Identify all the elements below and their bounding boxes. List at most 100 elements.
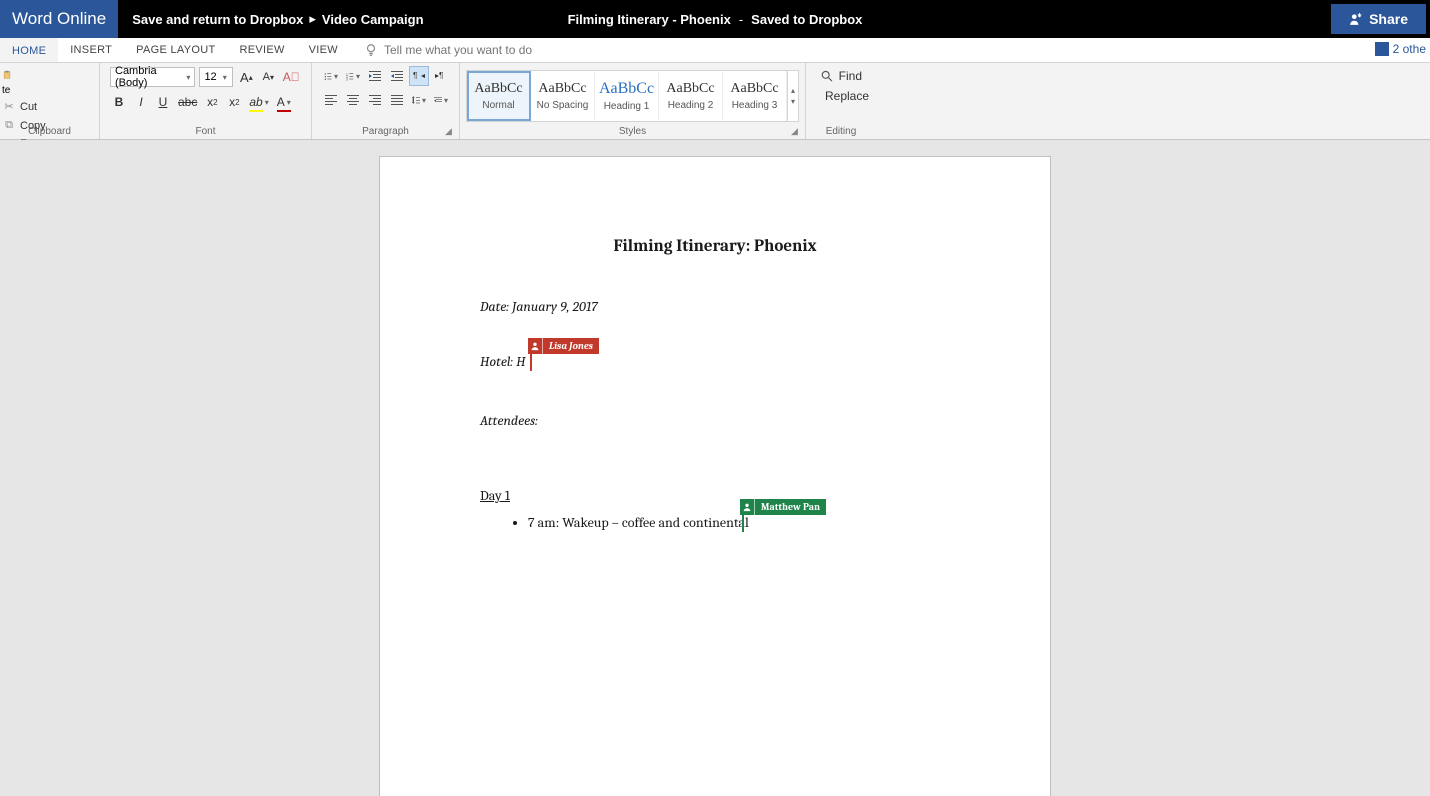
breadcrumb-separator: ▸ — [309, 11, 316, 27]
styles-group-label: Styles — [460, 126, 805, 137]
tab-home[interactable]: HOME — [0, 38, 58, 62]
presence-tag-matthew: Matthew Pan — [740, 499, 826, 515]
numbering-button[interactable]: 123 — [344, 67, 362, 85]
find-button[interactable]: Find — [816, 69, 866, 83]
paste-label: te — [2, 85, 10, 96]
font-color-button[interactable]: A — [275, 93, 293, 111]
font-row-2: B I U abc x2 x2 ab A — [110, 93, 301, 111]
justify-icon — [391, 94, 403, 106]
tab-review[interactable]: REVIEW — [227, 38, 296, 62]
align-right-button[interactable] — [366, 91, 384, 109]
breadcrumb-folder[interactable]: Video Campaign — [322, 12, 424, 27]
dash-separator: - — [739, 12, 743, 27]
day1-heading[interactable]: Day 1 — [480, 487, 950, 504]
style-card-heading-1[interactable]: AaBbCcHeading 1 — [595, 71, 659, 121]
styles-dialog-launcher[interactable]: ◢ — [791, 126, 801, 136]
day1-item-1-text: 7 am: Wakeup – coffee and continental — [528, 514, 749, 531]
ltr-text-direction-button[interactable]: ¶ — [410, 67, 428, 85]
svg-text:3: 3 — [346, 78, 348, 82]
clipboard-group-label: Clipboard — [0, 126, 99, 137]
day1-item-1[interactable]: 7 am: Wakeup – coffee and continental Ma… — [528, 514, 950, 531]
paragraph-row-2 — [322, 91, 449, 109]
paste-button-partial[interactable]: te — [0, 67, 93, 96]
doc-date-line[interactable]: Date: January 9, 2017 — [480, 298, 950, 315]
style-preview: AaBbCc — [538, 81, 586, 97]
style-card-heading-3[interactable]: AaBbCcHeading 3 — [723, 71, 787, 121]
style-card-heading-2[interactable]: AaBbCcHeading 2 — [659, 71, 723, 121]
paste-icon — [2, 67, 12, 83]
chevron-up-icon: ▴ — [791, 86, 795, 95]
decrease-indent-button[interactable] — [366, 67, 384, 85]
font-name-value: Cambria (Body) — [115, 65, 180, 89]
scissors-icon: ✂ — [2, 100, 16, 113]
tab-page-layout[interactable]: PAGE LAYOUT — [124, 38, 227, 62]
doc-attendees-line[interactable]: Attendees: — [480, 412, 950, 429]
share-button[interactable]: Share — [1331, 4, 1426, 34]
tell-me[interactable] — [364, 38, 554, 62]
tab-view[interactable]: VIEW — [297, 38, 350, 62]
increase-indent-button[interactable] — [388, 67, 406, 85]
line-spacing-button[interactable] — [410, 91, 428, 109]
paragraph-dialog-launcher[interactable]: ◢ — [445, 126, 455, 136]
hotel-value: H — [516, 353, 525, 370]
app-name: Word Online — [12, 9, 106, 29]
people-icon — [1375, 42, 1389, 56]
replace-label: Replace — [825, 89, 869, 103]
font-name-combo[interactable]: Cambria (Body)▾ — [110, 67, 195, 87]
breadcrumb: Save and return to Dropbox ▸ Video Campa… — [132, 11, 423, 27]
tell-me-input[interactable] — [384, 43, 554, 57]
style-card-no-spacing[interactable]: AaBbCcNo Spacing — [531, 71, 595, 121]
tab-insert[interactable]: INSERT — [58, 38, 124, 62]
style-preview: AaBbCc — [474, 81, 522, 97]
share-icon — [1349, 12, 1363, 26]
shrink-font-button[interactable]: A▾ — [259, 68, 277, 86]
hotel-label: Hotel: — [480, 353, 516, 370]
bulb-icon — [364, 43, 378, 57]
others-editing-badge[interactable]: 2 othe — [1375, 42, 1426, 56]
grow-font-button[interactable]: A▴ — [237, 68, 255, 86]
bold-button[interactable]: B — [110, 93, 128, 111]
bullets-button[interactable] — [322, 67, 340, 85]
italic-button[interactable]: I — [132, 93, 150, 111]
styles-more-button[interactable]: ▴▾ — [788, 70, 799, 122]
align-center-button[interactable] — [344, 91, 362, 109]
doc-hotel-line[interactable]: Hotel: H Lisa Jones — [480, 353, 950, 370]
align-left-button[interactable] — [322, 91, 340, 109]
replace-button[interactable]: Replace — [816, 89, 866, 103]
strikethrough-button[interactable]: abc — [176, 93, 199, 111]
app-title: Word Online — [0, 0, 118, 38]
underline-button[interactable]: U — [154, 93, 172, 111]
line-spacing-icon — [412, 94, 420, 106]
paragraph-group-label: Paragraph — [312, 126, 459, 137]
font-group-label: Font — [100, 126, 311, 137]
others-count: 2 othe — [1393, 42, 1426, 56]
rtl-text-direction-button[interactable]: ¶ — [432, 67, 450, 85]
indent-icon — [391, 70, 403, 82]
clear-formatting-button[interactable]: A⃠ — [281, 68, 301, 86]
highlight-color-button[interactable]: ab — [247, 93, 270, 111]
doc-heading[interactable]: Filming Itinerary: Phoenix — [480, 237, 950, 256]
font-row-1: Cambria (Body)▾ 12▾ A▴ A▾ A⃠ — [110, 67, 301, 87]
breadcrumb-save-return[interactable]: Save and return to Dropbox — [132, 12, 303, 27]
subscript-button[interactable]: x2 — [203, 93, 221, 111]
justify-button[interactable] — [388, 91, 406, 109]
superscript-button[interactable]: x2 — [225, 93, 243, 111]
doc-title-center: Filming Itinerary - Phoenix - Saved to D… — [568, 12, 863, 27]
style-name: Normal — [482, 100, 514, 111]
ribbon: te ✂Cut ⧉Copy 🖌Format Painter Clipboard … — [0, 63, 1430, 140]
date-label: Date: — [480, 298, 512, 315]
svg-text:¶: ¶ — [439, 71, 443, 80]
group-styles: AaBbCcNormalAaBbCcNo SpacingAaBbCcHeadin… — [460, 63, 806, 139]
svg-text:¶: ¶ — [413, 71, 417, 80]
styles-gallery: AaBbCcNormalAaBbCcNo SpacingAaBbCcHeadin… — [466, 70, 788, 122]
special-indent-icon — [434, 94, 442, 106]
special-indent-button[interactable] — [432, 91, 450, 109]
rtl-icon: ¶ — [435, 70, 447, 82]
day1-list[interactable]: 7 am: Wakeup – coffee and continental Ma… — [480, 514, 950, 531]
document-page[interactable]: Filming Itinerary: Phoenix Date: January… — [379, 156, 1051, 796]
style-card-normal[interactable]: AaBbCc Normal — [467, 71, 531, 121]
document-area[interactable]: Filming Itinerary: Phoenix Date: January… — [0, 140, 1430, 796]
font-size-combo[interactable]: 12▾ — [199, 67, 233, 87]
cut-button[interactable]: ✂Cut — [0, 98, 93, 115]
presence-name-lisa: Lisa Jones — [542, 338, 599, 354]
